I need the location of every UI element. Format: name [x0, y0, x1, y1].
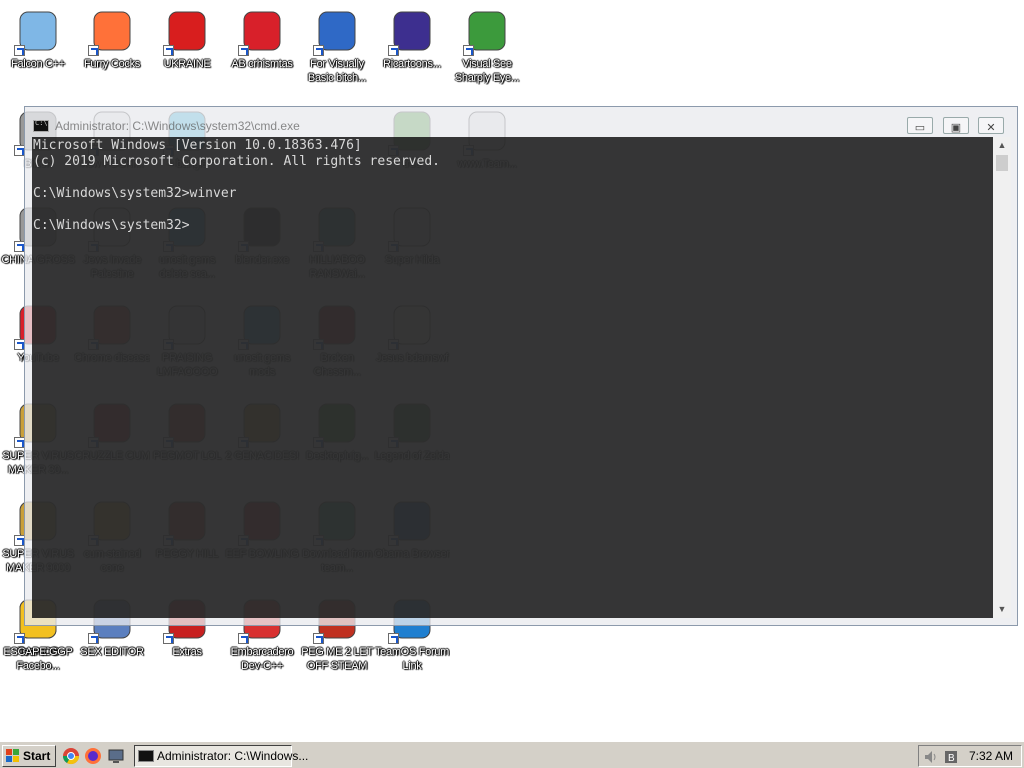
title-bar[interactable]: Administrator: C:\Windows\system32\cmd.e…: [25, 107, 1017, 139]
desktop-icon[interactable]: Ricartoons...: [374, 8, 450, 71]
desktop-icon-label: Ricartoons...: [383, 58, 441, 70]
cmd-task-icon: [138, 750, 154, 762]
desktop-icon-label: Falcon C++: [11, 58, 65, 70]
desktop-icon-label: TeamOS Forum Link: [374, 646, 450, 672]
vb-icon: [313, 8, 361, 56]
quicklaunch-chrome-icon[interactable]: [62, 747, 80, 765]
start-button[interactable]: Start: [2, 745, 56, 767]
desktop-icon-label: For Visually Basic bitch...: [307, 58, 367, 84]
desktop-icon[interactable]: UKRAINE: [149, 8, 225, 71]
desktop-icon-label: Visual See Sharply Eye...: [454, 58, 520, 84]
maximize-button[interactable]: ▣: [943, 117, 969, 134]
console-area[interactable]: Microsoft Windows [Version 10.0.18363.47…: [32, 137, 993, 618]
desktop-icon-label: ESCAPE GGP: [3, 646, 73, 658]
quicklaunch-show-desktop-icon[interactable]: [107, 747, 125, 765]
network-icon[interactable]: B: [943, 749, 959, 765]
minimize-icon: ▭: [914, 122, 926, 134]
close-button[interactable]: ✕: [978, 117, 1004, 134]
radiation-icon: [163, 8, 211, 56]
desktop-icon[interactable]: AB crhismtas: [224, 8, 300, 71]
desktop-icon-label: SEX EDITOR: [80, 646, 144, 658]
desktop-icon[interactable]: Visual See Sharply Eye...: [449, 8, 525, 85]
scroll-up-arrow-icon[interactable]: ▲: [993, 137, 1011, 154]
desktop-icon-label: Furry Cocks: [84, 58, 140, 70]
shortcut-arrow-icon: [238, 45, 249, 56]
shortcut-arrow-icon: [463, 45, 474, 56]
desktop-icon-label: AB crhismtas: [231, 58, 293, 70]
shortcut-arrow-icon: [388, 45, 399, 56]
csharp-icon: [463, 8, 511, 56]
quicklaunch-firefox-icon[interactable]: [84, 747, 102, 765]
firefox-icon: [88, 8, 136, 56]
desktop-icon-label: Extras: [172, 646, 202, 658]
shortcut-arrow-icon: [163, 633, 174, 644]
taskbar: Start Administrator: C:\Windows... B 7:3…: [0, 741, 1024, 768]
cmd-app-icon[interactable]: [33, 119, 49, 132]
svg-text:B: B: [948, 753, 955, 764]
scroll-down-arrow-icon[interactable]: ▼: [993, 601, 1011, 618]
shortcut-arrow-icon: [88, 45, 99, 56]
shortcut-arrow-icon: [163, 45, 174, 56]
close-icon: ✕: [986, 122, 996, 134]
desktop-icon[interactable]: Falcon C++: [0, 8, 76, 71]
minimize-button[interactable]: ▭: [907, 117, 933, 134]
shortcut-arrow-icon: [14, 633, 25, 644]
recycle-bin-icon: [14, 8, 62, 56]
cartoon-character-icon: [388, 8, 436, 56]
desktop-icon[interactable]: For Visually Basic bitch...: [299, 8, 375, 85]
shortcut-arrow-icon: [14, 45, 25, 56]
vertical-scrollbar[interactable]: ▲ ▼: [993, 137, 1011, 618]
shortcut-arrow-icon: [313, 45, 324, 56]
clock[interactable]: 7:32 AM: [969, 749, 1013, 763]
desktop-icon-label: UKRAINE: [163, 58, 211, 70]
desktop-icon-label: PEG ME 2 LET OFF STEAM: [301, 646, 373, 672]
console-output: Microsoft Windows [Version 10.0.18363.47…: [33, 138, 440, 233]
shortcut-arrow-icon: [238, 633, 249, 644]
task-button-label: Administrator: C:\Windows...: [157, 749, 309, 763]
angry-bird-icon: [238, 8, 286, 56]
system-tray: B 7:32 AM: [918, 745, 1022, 767]
maximize-icon: ▣: [950, 122, 962, 134]
scroll-thumb[interactable]: [996, 155, 1008, 171]
window-title: Administrator: C:\Windows\system32\cmd.e…: [55, 119, 300, 133]
shortcut-arrow-icon: [88, 633, 99, 644]
shortcut-arrow-icon: [313, 633, 324, 644]
windows-logo-icon: [6, 749, 20, 763]
taskbar-cmd-button[interactable]: Administrator: C:\Windows...: [134, 745, 308, 767]
desktop-icon[interactable]: Furry Cocks: [74, 8, 150, 71]
shortcut-arrow-icon: [388, 633, 399, 644]
cmd-window[interactable]: Administrator: C:\Windows\system32\cmd.e…: [24, 106, 1018, 626]
start-label: Start: [23, 749, 51, 763]
speaker-icon[interactable]: [923, 749, 939, 765]
desktop-icon-label: Embarcadero Dev-C++: [230, 646, 294, 672]
